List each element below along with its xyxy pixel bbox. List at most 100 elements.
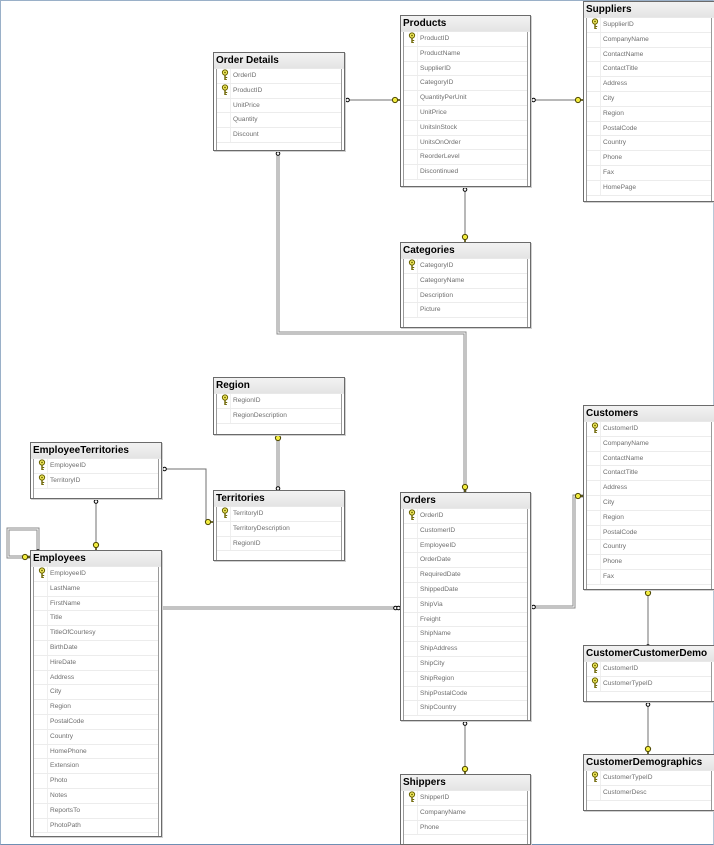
table-title[interactable]: Order Details xyxy=(214,53,344,69)
column-row[interactable]: ContactTitle xyxy=(587,62,711,78)
column-row[interactable]: ShipperID xyxy=(404,791,527,806)
column-row[interactable]: FirstName xyxy=(34,596,158,612)
table-categories[interactable]: Categories CategoryID CategoryName Descript… xyxy=(400,242,531,328)
table-employees[interactable]: Employees EmployeeID LastName FirstName Titl… xyxy=(30,550,162,837)
column-row[interactable]: Discount xyxy=(217,128,341,143)
table-title[interactable]: Territories xyxy=(214,491,344,507)
column-row[interactable]: ShipAddress xyxy=(404,642,527,657)
column-row[interactable]: OrderDate xyxy=(404,553,527,569)
table-title[interactable]: Shippers xyxy=(401,775,530,791)
column-row[interactable]: HomePage xyxy=(587,180,711,196)
column-row[interactable]: PostalCode xyxy=(34,714,158,730)
column-row[interactable]: UnitsInStock xyxy=(404,120,527,136)
column-row[interactable]: Country xyxy=(587,136,711,152)
column-row[interactable]: ContactName xyxy=(587,451,711,467)
column-row[interactable]: RegionID xyxy=(217,394,341,409)
column-row[interactable]: Notes xyxy=(34,788,158,804)
column-row[interactable]: City xyxy=(587,495,711,511)
column-row[interactable]: TitleOfCourtesy xyxy=(34,626,158,641)
column-row[interactable]: Region xyxy=(587,106,711,122)
column-row[interactable]: SupplierID xyxy=(404,61,527,77)
column-row[interactable]: ShipName xyxy=(404,627,527,643)
column-row[interactable]: ReportsTo xyxy=(34,803,158,819)
table-title[interactable]: Customers xyxy=(584,406,714,422)
column-row[interactable]: Phone xyxy=(587,555,711,570)
column-row[interactable]: OrderID xyxy=(404,509,527,524)
table-title[interactable]: CustomerCustomerDemo xyxy=(584,646,714,662)
column-row[interactable]: City xyxy=(34,685,158,701)
table-employee-territories[interactable]: EmployeeTerritories EmployeeID TerritoryID xyxy=(30,442,162,499)
column-row[interactable]: ProductID xyxy=(404,32,527,47)
column-row[interactable]: ContactName xyxy=(587,47,711,63)
column-row[interactable]: Freight xyxy=(404,612,527,628)
column-row[interactable]: QuantityPerUnit xyxy=(404,91,527,106)
column-row[interactable]: SupplierID xyxy=(587,18,711,33)
table-title[interactable]: Region xyxy=(214,378,344,394)
column-row[interactable]: Phone xyxy=(404,820,527,836)
column-row[interactable]: ShippedDate xyxy=(404,582,527,598)
table-suppliers[interactable]: Suppliers SupplierID CompanyName ContactNam… xyxy=(583,1,714,202)
column-row[interactable]: CustomerID xyxy=(587,662,711,677)
column-row[interactable]: Title xyxy=(34,611,158,627)
table-customer-demographics[interactable]: CustomerDemographics CustomerTypeID Custom… xyxy=(583,754,714,811)
column-row[interactable]: CustomerID xyxy=(587,422,711,437)
table-products[interactable]: Products ProductID ProductName SupplierID Ca… xyxy=(400,15,531,187)
column-row[interactable]: ShipVia xyxy=(404,597,527,613)
table-title[interactable]: Suppliers xyxy=(584,2,714,18)
column-row[interactable]: Discontinued xyxy=(404,165,527,180)
column-row[interactable]: PhotoPath xyxy=(34,818,158,834)
table-order-details[interactable]: Order Details OrderID ProductID UnitPrice Qu… xyxy=(213,52,345,151)
column-row[interactable]: Address xyxy=(34,670,158,686)
column-row[interactable]: UnitPrice xyxy=(217,98,341,114)
column-row[interactable]: Fax xyxy=(587,569,711,585)
column-row[interactable]: LastName xyxy=(34,581,158,597)
column-row[interactable]: ShipCountry xyxy=(404,701,527,717)
column-row[interactable]: CategoryName xyxy=(404,273,527,289)
column-row[interactable]: City xyxy=(587,91,711,107)
column-row[interactable]: TerritoryDescription xyxy=(217,521,341,537)
column-row[interactable]: ContactTitle xyxy=(587,466,711,482)
column-row[interactable]: CompanyName xyxy=(587,436,711,452)
column-row[interactable]: Quantity xyxy=(217,113,341,129)
table-customer-customer-demo[interactable]: CustomerCustomerDemo CustomerID CustomerTy… xyxy=(583,645,714,702)
column-row[interactable]: CompanyName xyxy=(404,805,527,821)
column-row[interactable]: CompanyName xyxy=(587,32,711,48)
column-row[interactable]: EmployeeID xyxy=(404,538,527,554)
column-row[interactable]: Address xyxy=(587,77,711,92)
column-row[interactable]: Country xyxy=(34,729,158,745)
column-row[interactable]: UnitPrice xyxy=(404,105,527,121)
column-row[interactable]: Description xyxy=(404,288,527,304)
column-row[interactable]: Country xyxy=(587,540,711,556)
column-row[interactable]: Picture xyxy=(404,303,527,319)
column-row[interactable]: ProductID xyxy=(217,83,341,99)
table-title[interactable]: Categories xyxy=(401,243,530,259)
column-row[interactable]: RegionDescription xyxy=(217,408,341,424)
table-shippers[interactable]: Shippers ShipperID CompanyName Phone xyxy=(400,774,531,845)
table-title[interactable]: EmployeeTerritories xyxy=(31,443,161,459)
column-row[interactable]: CustomerTypeID xyxy=(587,676,711,692)
column-row[interactable]: ShipRegion xyxy=(404,671,527,687)
column-row[interactable]: UnitsOnOrder xyxy=(404,135,527,151)
column-row[interactable]: CustomerID xyxy=(404,523,527,539)
column-row[interactable]: Phone xyxy=(587,151,711,166)
column-row[interactable]: CustomerTypeID xyxy=(587,771,711,786)
column-row[interactable]: ShipCity xyxy=(404,656,527,672)
column-row[interactable]: OrderID xyxy=(217,69,341,84)
column-row[interactable]: Photo xyxy=(34,774,158,789)
column-row[interactable]: CategoryID xyxy=(404,76,527,92)
column-row[interactable]: RegionID xyxy=(217,536,341,552)
column-row[interactable]: ShipPostalCode xyxy=(404,686,527,702)
column-row[interactable]: ReorderLevel xyxy=(404,150,527,166)
table-territories[interactable]: Territories TerritoryID TerritoryDescripti… xyxy=(213,490,345,561)
column-row[interactable]: Region xyxy=(587,510,711,526)
column-row[interactable]: TerritoryID xyxy=(217,507,341,522)
column-row[interactable]: HomePhone xyxy=(34,744,158,760)
table-title[interactable]: Employees xyxy=(31,551,161,567)
table-title[interactable]: CustomerDemographics xyxy=(584,755,714,771)
column-row[interactable]: RequiredDate xyxy=(404,568,527,583)
column-row[interactable]: HireDate xyxy=(34,655,158,671)
column-row[interactable]: PostalCode xyxy=(587,525,711,541)
column-row[interactable]: Fax xyxy=(587,165,711,181)
column-row[interactable]: TerritoryID xyxy=(34,473,158,489)
column-row[interactable]: EmployeeID xyxy=(34,567,158,582)
